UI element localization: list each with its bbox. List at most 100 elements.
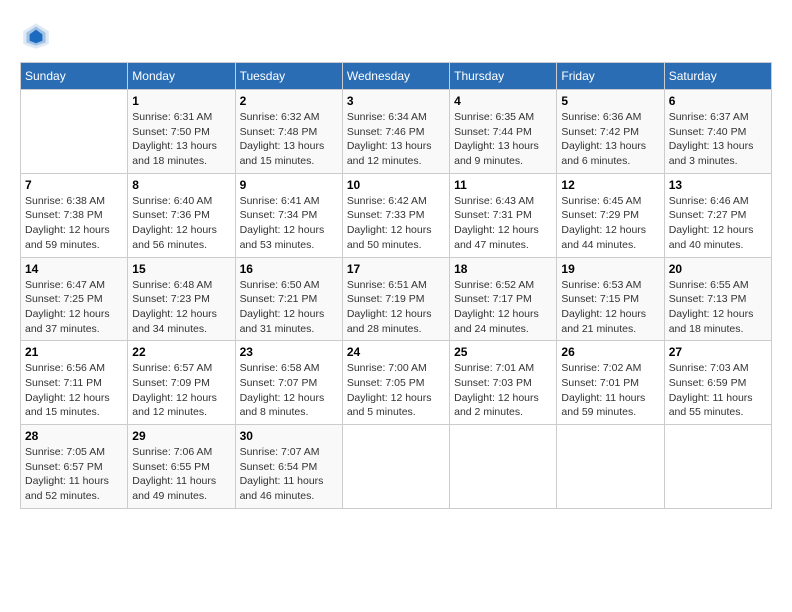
day-info: Sunrise: 6:36 AMSunset: 7:42 PMDaylight:… — [561, 110, 659, 169]
calendar-cell: 27Sunrise: 7:03 AMSunset: 6:59 PMDayligh… — [664, 341, 771, 425]
day-number: 30 — [240, 429, 338, 443]
calendar-cell: 22 Sunrise: 6:57 AMSunset: 7:09 PMDayligh… — [128, 341, 235, 425]
calendar-table: SundayMondayTuesdayWednesdayThursdayFrid… — [20, 62, 772, 509]
day-number: 21 — [25, 345, 123, 359]
calendar-cell: 15 Sunrise: 6:48 AMSunset: 7:23 PMDayligh… — [128, 257, 235, 341]
logo — [20, 20, 56, 52]
calendar-week-4: 21 Sunrise: 6:56 AMSunset: 7:11 PMDayligh… — [21, 341, 772, 425]
calendar-week-5: 28 Sunrise: 7:05 AMSunset: 6:57 PMDayligh… — [21, 425, 772, 509]
day-number: 18 — [454, 262, 552, 276]
calendar-cell: 2Sunrise: 6:32 AMSunset: 7:48 PMDaylight… — [235, 90, 342, 174]
column-header-thursday: Thursday — [450, 63, 557, 90]
calendar-cell: 20 Sunrise: 6:55 AMSunset: 7:13 PMDayligh… — [664, 257, 771, 341]
day-number: 20 — [669, 262, 767, 276]
day-number: 19 — [561, 262, 659, 276]
day-info: Sunrise: 7:01 AMSunset: 7:03 PMDaylight:… — [454, 361, 552, 420]
day-info: Sunrise: 7:05 AMSunset: 6:57 PMDaylight:… — [25, 445, 123, 504]
day-info: Sunrise: 6:47 AMSunset: 7:25 PMDaylight:… — [25, 278, 123, 337]
day-info: Sunrise: 6:48 AMSunset: 7:23 PMDaylight:… — [132, 278, 230, 337]
page-header — [20, 20, 772, 52]
calendar-cell: 12 Sunrise: 6:45 AMSunset: 7:29 PMDayligh… — [557, 173, 664, 257]
day-number: 29 — [132, 429, 230, 443]
day-info: Sunrise: 6:31 AMSunset: 7:50 PMDaylight:… — [132, 110, 230, 169]
day-number: 5 — [561, 94, 659, 108]
calendar-cell: 26 Sunrise: 7:02 AMSunset: 7:01 PMDayligh… — [557, 341, 664, 425]
day-number: 10 — [347, 178, 445, 192]
day-info: Sunrise: 6:50 AMSunset: 7:21 PMDaylight:… — [240, 278, 338, 337]
day-number: 11 — [454, 178, 552, 192]
calendar-cell: 9 Sunrise: 6:41 AMSunset: 7:34 PMDaylight… — [235, 173, 342, 257]
day-info: Sunrise: 6:52 AMSunset: 7:17 PMDaylight:… — [454, 278, 552, 337]
calendar-cell: 24Sunrise: 7:00 AMSunset: 7:05 PMDayligh… — [342, 341, 449, 425]
day-number: 14 — [25, 262, 123, 276]
day-number: 3 — [347, 94, 445, 108]
day-info: Sunrise: 6:32 AMSunset: 7:48 PMDaylight:… — [240, 110, 338, 169]
day-info: Sunrise: 6:35 AMSunset: 7:44 PMDaylight:… — [454, 110, 552, 169]
day-info: Sunrise: 6:57 AMSunset: 7:09 PMDaylight:… — [132, 361, 230, 420]
column-header-sunday: Sunday — [21, 63, 128, 90]
day-info: Sunrise: 6:55 AMSunset: 7:13 PMDaylight:… — [669, 278, 767, 337]
calendar-cell: 23Sunrise: 6:58 AMSunset: 7:07 PMDayligh… — [235, 341, 342, 425]
day-info: Sunrise: 6:41 AMSunset: 7:34 PMDaylight:… — [240, 194, 338, 253]
calendar-cell: 6 Sunrise: 6:37 AMSunset: 7:40 PMDaylight… — [664, 90, 771, 174]
calendar-cell: 19Sunrise: 6:53 AMSunset: 7:15 PMDayligh… — [557, 257, 664, 341]
day-number: 8 — [132, 178, 230, 192]
day-info: Sunrise: 6:56 AMSunset: 7:11 PMDaylight:… — [25, 361, 123, 420]
day-number: 16 — [240, 262, 338, 276]
day-number: 12 — [561, 178, 659, 192]
day-info: Sunrise: 7:02 AMSunset: 7:01 PMDaylight:… — [561, 361, 659, 420]
calendar-cell: 8 Sunrise: 6:40 AMSunset: 7:36 PMDaylight… — [128, 173, 235, 257]
calendar-cell: 25 Sunrise: 7:01 AMSunset: 7:03 PMDayligh… — [450, 341, 557, 425]
day-info: Sunrise: 6:37 AMSunset: 7:40 PMDaylight:… — [669, 110, 767, 169]
column-header-tuesday: Tuesday — [235, 63, 342, 90]
calendar-cell: 18 Sunrise: 6:52 AMSunset: 7:17 PMDayligh… — [450, 257, 557, 341]
day-info: Sunrise: 7:07 AMSunset: 6:54 PMDaylight:… — [240, 445, 338, 504]
calendar-cell: 28 Sunrise: 7:05 AMSunset: 6:57 PMDayligh… — [21, 425, 128, 509]
calendar-week-2: 7Sunrise: 6:38 AMSunset: 7:38 PMDaylight… — [21, 173, 772, 257]
calendar-cell: 1 Sunrise: 6:31 AMSunset: 7:50 PMDaylight… — [128, 90, 235, 174]
column-header-wednesday: Wednesday — [342, 63, 449, 90]
calendar-cell: 17 Sunrise: 6:51 AMSunset: 7:19 PMDayligh… — [342, 257, 449, 341]
day-number: 17 — [347, 262, 445, 276]
calendar-cell: 29 Sunrise: 7:06 AMSunset: 6:55 PMDayligh… — [128, 425, 235, 509]
day-info: Sunrise: 7:00 AMSunset: 7:05 PMDaylight:… — [347, 361, 445, 420]
calendar-cell: 11 Sunrise: 6:43 AMSunset: 7:31 PMDayligh… — [450, 173, 557, 257]
calendar-cell: 16 Sunrise: 6:50 AMSunset: 7:21 PMDayligh… — [235, 257, 342, 341]
day-info: Sunrise: 6:34 AMSunset: 7:46 PMDaylight:… — [347, 110, 445, 169]
calendar-cell: 4 Sunrise: 6:35 AMSunset: 7:44 PMDaylight… — [450, 90, 557, 174]
day-number: 26 — [561, 345, 659, 359]
day-number: 13 — [669, 178, 767, 192]
day-number: 15 — [132, 262, 230, 276]
column-header-friday: Friday — [557, 63, 664, 90]
calendar-cell: 3 Sunrise: 6:34 AMSunset: 7:46 PMDaylight… — [342, 90, 449, 174]
day-number: 28 — [25, 429, 123, 443]
day-number: 22 — [132, 345, 230, 359]
day-info: Sunrise: 6:38 AMSunset: 7:38 PMDaylight:… — [25, 194, 123, 253]
day-number: 1 — [132, 94, 230, 108]
calendar-week-1: 1 Sunrise: 6:31 AMSunset: 7:50 PMDaylight… — [21, 90, 772, 174]
day-info: Sunrise: 6:45 AMSunset: 7:29 PMDaylight:… — [561, 194, 659, 253]
day-number: 23 — [240, 345, 338, 359]
day-info: Sunrise: 6:46 AMSunset: 7:27 PMDaylight:… — [669, 194, 767, 253]
column-header-monday: Monday — [128, 63, 235, 90]
day-info: Sunrise: 6:43 AMSunset: 7:31 PMDaylight:… — [454, 194, 552, 253]
day-number: 25 — [454, 345, 552, 359]
calendar-cell: 30 Sunrise: 7:07 AMSunset: 6:54 PMDayligh… — [235, 425, 342, 509]
calendar-week-3: 14 Sunrise: 6:47 AMSunset: 7:25 PMDayligh… — [21, 257, 772, 341]
calendar-cell: 13 Sunrise: 6:46 AMSunset: 7:27 PMDayligh… — [664, 173, 771, 257]
day-number: 6 — [669, 94, 767, 108]
calendar-cell: 5 Sunrise: 6:36 AMSunset: 7:42 PMDaylight… — [557, 90, 664, 174]
calendar-cell: 14 Sunrise: 6:47 AMSunset: 7:25 PMDayligh… — [21, 257, 128, 341]
day-info: Sunrise: 6:42 AMSunset: 7:33 PMDaylight:… — [347, 194, 445, 253]
day-info: Sunrise: 6:51 AMSunset: 7:19 PMDaylight:… — [347, 278, 445, 337]
day-number: 9 — [240, 178, 338, 192]
calendar-cell: 21 Sunrise: 6:56 AMSunset: 7:11 PMDayligh… — [21, 341, 128, 425]
day-info: Sunrise: 7:03 AMSunset: 6:59 PMDaylight:… — [669, 361, 767, 420]
day-info: Sunrise: 7:06 AMSunset: 6:55 PMDaylight:… — [132, 445, 230, 504]
day-info: Sunrise: 6:40 AMSunset: 7:36 PMDaylight:… — [132, 194, 230, 253]
day-number: 4 — [454, 94, 552, 108]
calendar-cell — [342, 425, 449, 509]
calendar-header-row: SundayMondayTuesdayWednesdayThursdayFrid… — [21, 63, 772, 90]
column-header-saturday: Saturday — [664, 63, 771, 90]
calendar-cell — [21, 90, 128, 174]
